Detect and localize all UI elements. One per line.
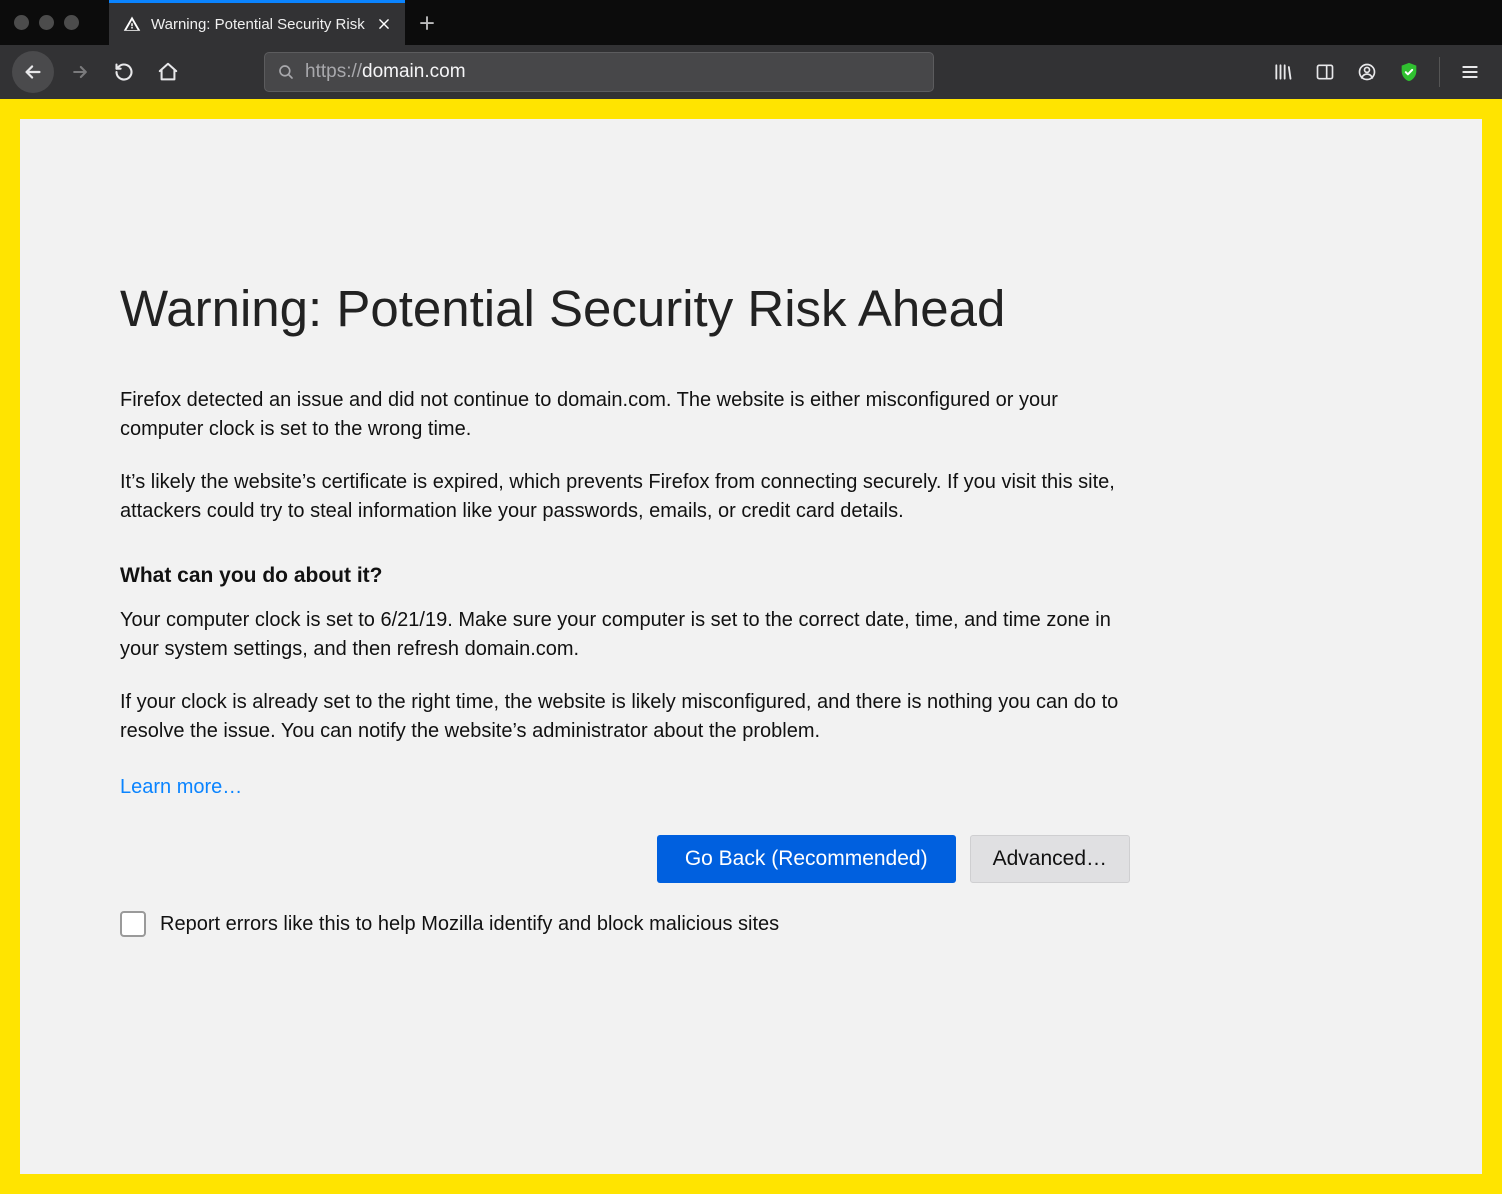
navigation-toolbar: https://domain.com	[0, 45, 1502, 99]
reload-button[interactable]	[106, 54, 142, 90]
back-button[interactable]	[12, 51, 54, 93]
report-errors-label: Report errors like this to help Mozilla …	[160, 913, 779, 936]
learn-more-link[interactable]: Learn more…	[120, 776, 242, 799]
library-button[interactable]	[1265, 54, 1301, 90]
window-zoom-button[interactable]	[64, 15, 79, 30]
tab-strip: Warning: Potential Security Risk	[109, 0, 449, 45]
account-button[interactable]	[1349, 54, 1385, 90]
home-button[interactable]	[150, 54, 186, 90]
url-text: https://domain.com	[305, 61, 466, 83]
error-description-1: Firefox detected an issue and did not co…	[120, 386, 1130, 444]
window-close-button[interactable]	[14, 15, 29, 30]
window-minimize-button[interactable]	[39, 15, 54, 30]
tracking-protection-shield-icon[interactable]	[1391, 54, 1427, 90]
button-row: Go Back (Recommended) Advanced…	[120, 835, 1130, 883]
sidebar-button[interactable]	[1307, 54, 1343, 90]
app-menu-button[interactable]	[1452, 54, 1488, 90]
tab-close-button[interactable]	[375, 15, 393, 33]
warning-triangle-icon	[123, 15, 141, 33]
window-controls	[14, 15, 79, 30]
error-page: Warning: Potential Security Risk Ahead F…	[20, 119, 1482, 1174]
misconfigured-advice-text: If your clock is already set to the righ…	[120, 688, 1130, 746]
browser-tab-active[interactable]: Warning: Potential Security Risk	[109, 0, 405, 45]
report-errors-row: Report errors like this to help Mozilla …	[120, 911, 1130, 937]
error-description-2: It’s likely the website’s certificate is…	[120, 468, 1130, 526]
window-titlebar: Warning: Potential Security Risk	[0, 0, 1502, 45]
new-tab-button[interactable]	[405, 0, 449, 45]
what-can-you-do-heading: What can you do about it?	[120, 564, 1130, 588]
toolbar-separator	[1439, 57, 1440, 87]
url-host: domain.com	[362, 61, 466, 82]
address-bar[interactable]: https://domain.com	[264, 52, 934, 92]
go-back-button[interactable]: Go Back (Recommended)	[657, 835, 956, 883]
advanced-button[interactable]: Advanced…	[970, 835, 1130, 883]
clock-advice-text: Your computer clock is set to 6/21/19. M…	[120, 606, 1130, 664]
search-icon	[277, 63, 295, 81]
tab-title: Warning: Potential Security Risk	[151, 16, 365, 33]
content-area: Warning: Potential Security Risk Ahead F…	[0, 99, 1502, 1194]
forward-button[interactable]	[62, 54, 98, 90]
page-title: Warning: Potential Security Risk Ahead	[120, 279, 1130, 338]
toolbar-right-group	[1265, 54, 1490, 90]
report-errors-checkbox[interactable]	[120, 911, 146, 937]
url-scheme: https://	[305, 61, 362, 82]
